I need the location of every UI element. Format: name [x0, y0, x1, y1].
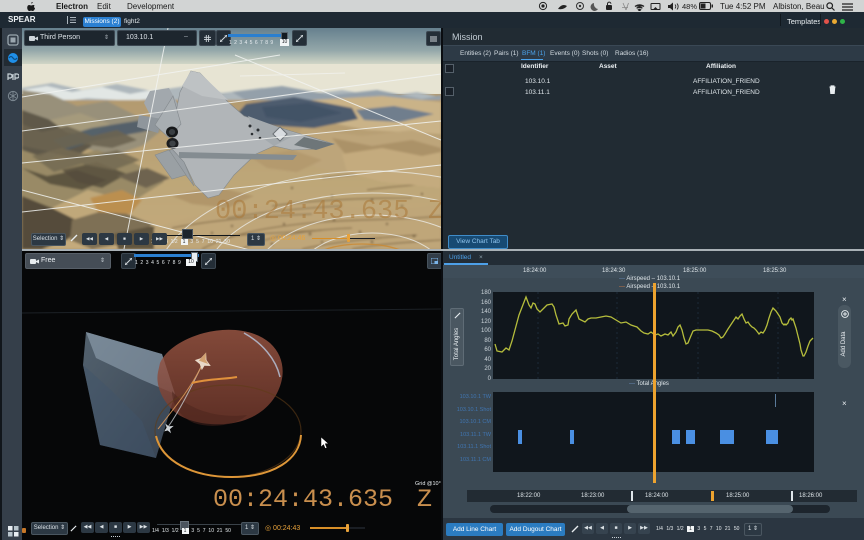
svg-text:00:24:43.635: 00:24:43.635: [215, 197, 409, 227]
svg-text:Z: Z: [428, 197, 441, 227]
